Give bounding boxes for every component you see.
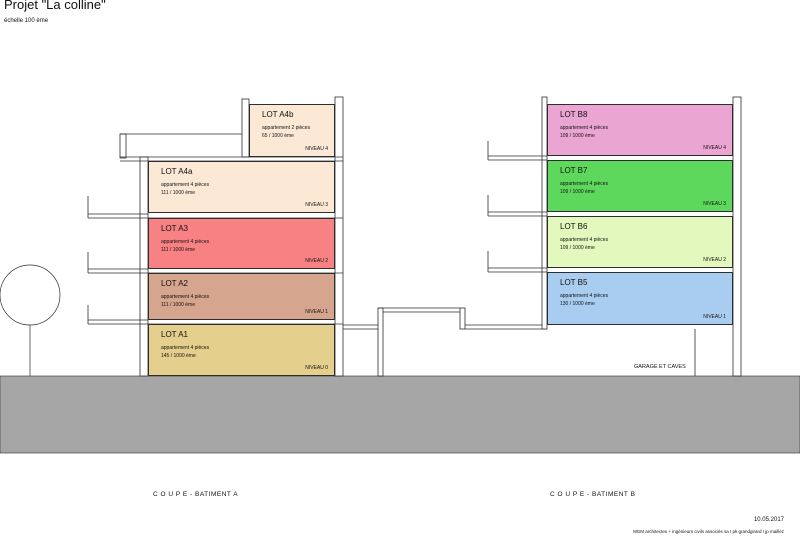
lot-type: appartement 4 pièces [560,237,609,243]
lot-a4a: LOT A4a appartement 4 pièces 111 / 1000 è… [148,161,335,213]
lot-a2: LOT A2 appartement 4 pièces 111 / 1000 èm… [148,273,335,320]
lot-share: 109 / 1000 ème [560,189,595,195]
lot-description: appartement 4 pièces 145 / 1000 ème [161,344,209,360]
lot-b8: LOT B8 appartement 4 pièces 109 / 1000 èm… [547,104,733,156]
section-drawing [0,96,800,454]
lot-level: NIVEAU 1 [703,314,726,320]
lot-type: appartement 4 pièces [560,125,609,131]
lot-type: appartement 4 pièces [560,293,609,299]
lot-level: NIVEAU 2 [305,258,328,264]
lot-a4b: LOT A4b appartement 2 pièces 65 / 1000 èm… [249,104,335,157]
lot-level: NIVEAU 4 [703,145,726,151]
section-label-a: C O U P E - BATIMENT A [153,491,239,498]
lot-description: appartement 4 pièces 111 / 1000 ème [161,238,209,254]
lot-b6: LOT B6 appartement 4 pièces 109 / 1000 èm… [547,216,733,268]
lot-type: appartement 4 pièces [161,182,210,188]
ground [0,375,800,454]
lot-share: 111 / 1000 ème [161,247,196,253]
lot-description: appartement 2 pièces 65 / 1000 ème [262,124,310,140]
lot-share: 130 / 1000 ème [560,301,595,307]
tree-crown [0,264,61,326]
footer-date: 10.05.2017 [753,517,784,523]
lot-share: 145 / 1000 ème [161,353,196,359]
lot-level: NIVEAU 1 [305,309,328,315]
lot-description: appartement 4 pièces 109 / 1000 ème [560,180,608,196]
lot-description: appartement 4 pièces 109 / 1000 ème [560,124,608,140]
garage-label: GARAGE ET CAVES [634,364,686,370]
lot-share: 111 / 1000 ème [161,190,196,196]
lot-a1: LOT A1 appartement 4 pièces 145 / 1000 èm… [148,324,335,376]
lot-description: appartement 4 pièces 111 / 1000 ème [161,293,209,309]
lot-name: LOT A4b [262,110,294,119]
footer-credits: MGM architectes + ingénieurs civils asso… [633,529,784,534]
lot-description: appartement 4 pièces 111 / 1000 ème [161,181,209,197]
lot-name: LOT A2 [161,279,188,288]
lot-level: NIVEAU 4 [305,146,328,152]
lot-level: NIVEAU 0 [305,365,328,371]
lot-name: LOT B6 [560,222,588,231]
lot-type: appartement 4 pièces [560,181,609,187]
lot-share: 109 / 1000 ème [560,133,595,139]
section-label-b: C O U P E - BATIMENT B [550,491,636,498]
lot-type: appartement 4 pièces [161,294,210,300]
lot-level: NIVEAU 2 [703,257,726,263]
lot-name: LOT B8 [560,110,588,119]
lot-level: NIVEAU 3 [305,202,328,208]
lot-name: LOT B5 [560,278,588,287]
lot-share: 65 / 1000 ème [262,133,294,139]
link-structure [343,307,547,377]
lot-name: LOT A4a [161,167,193,176]
lot-type: appartement 4 pièces [161,239,210,245]
lot-b5: LOT B5 appartement 4 pièces 130 / 1000 èm… [547,272,733,325]
lot-a3: LOT A3 appartement 4 pièces 111 / 1000 èm… [148,218,335,269]
lot-name: LOT B7 [560,166,588,175]
lot-description: appartement 4 pièces 130 / 1000 ème [560,292,608,308]
lot-name: LOT A1 [161,330,188,339]
lot-type: appartement 4 pièces [161,345,210,351]
lot-level: NIVEAU 3 [703,201,726,207]
lot-share: 109 / 1000 ème [560,245,595,251]
lot-b7: LOT B7 appartement 4 pièces 109 / 1000 èm… [547,160,733,212]
lot-name: LOT A3 [161,224,188,233]
lot-description: appartement 4 pièces 109 / 1000 ème [560,236,608,252]
lot-share: 111 / 1000 ème [161,302,196,308]
lot-type: appartement 2 pièces [262,125,311,131]
